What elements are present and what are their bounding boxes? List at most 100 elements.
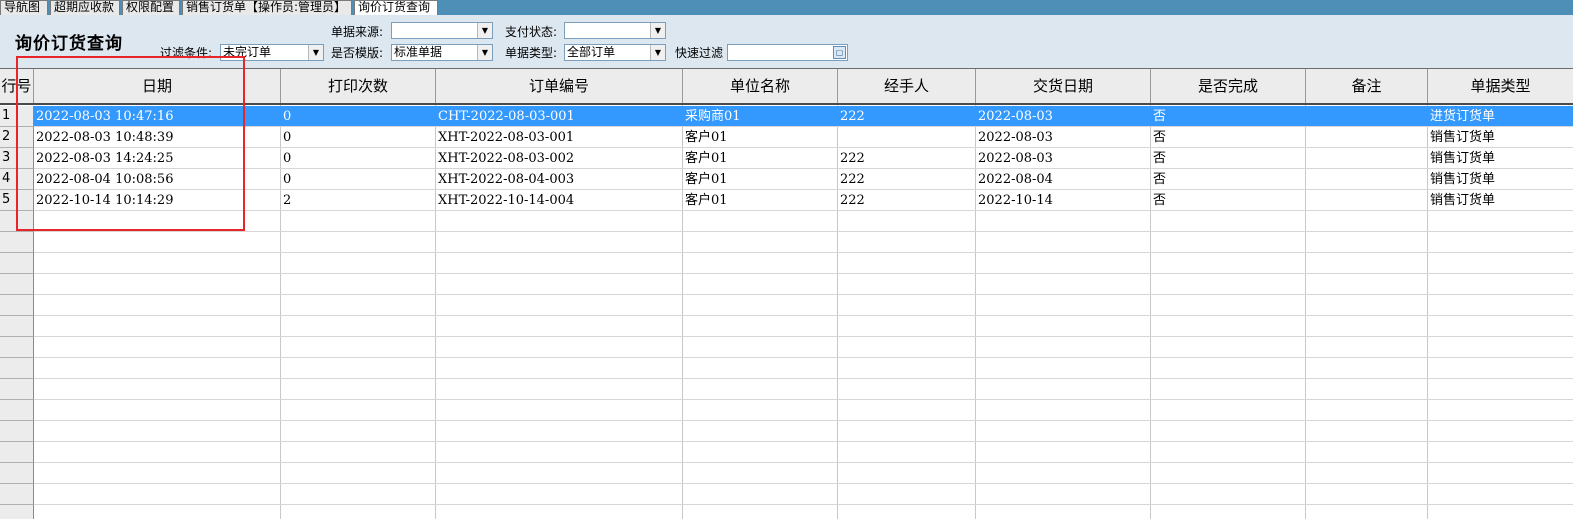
cell-handler[interactable]: 222	[838, 106, 975, 126]
cell-date[interactable]: 2022-08-03 10:47:16	[34, 106, 280, 126]
cell-delivery-date[interactable]: 2022-10-14	[976, 190, 1150, 210]
cell-order-number[interactable]: XHT-2022-08-03-001	[436, 127, 682, 147]
col-row-number[interactable]: 行号	[0, 69, 34, 103]
table-row[interactable]	[34, 421, 1573, 442]
cell-completed[interactable]: 否	[1151, 169, 1305, 189]
cell-delivery-date[interactable]: 2022-08-03	[976, 106, 1150, 126]
cell-doc-type[interactable]: 销售订货单	[1428, 148, 1573, 168]
row-header[interactable]: 5	[0, 190, 34, 211]
table-row[interactable]	[34, 211, 1573, 232]
col-delivery-date[interactable]: 交货日期	[976, 69, 1151, 103]
cell-order-number[interactable]: CHT-2022-08-03-001	[436, 106, 682, 126]
cell-order-number[interactable]: XHT-2022-08-04-003	[436, 169, 682, 189]
cell-completed[interactable]: 否	[1151, 190, 1305, 210]
chevron-down-icon[interactable]: ▼	[308, 45, 323, 60]
row-header[interactable]	[0, 400, 34, 421]
cell-print-count[interactable]: 0	[281, 106, 435, 126]
cell-delivery-date[interactable]: 2022-08-03	[976, 148, 1150, 168]
cell-note[interactable]	[1306, 148, 1427, 168]
col-date[interactable]: 日期	[34, 69, 281, 103]
cell-handler[interactable]: 222	[838, 190, 975, 210]
chevron-down-icon[interactable]: ▼	[477, 45, 492, 60]
row-header[interactable]: 4	[0, 169, 34, 190]
cell-doc-type[interactable]: 进货订货单	[1428, 106, 1573, 126]
cell-date[interactable]: 2022-08-03 10:48:39	[34, 127, 280, 147]
table-row[interactable]	[34, 379, 1573, 400]
cell-completed[interactable]: 否	[1151, 148, 1305, 168]
cell-delivery-date[interactable]: 2022-08-03	[976, 127, 1150, 147]
row-header[interactable]	[0, 211, 34, 232]
cell-unit-name[interactable]: 客户01	[683, 169, 837, 189]
table-row[interactable]	[34, 295, 1573, 316]
row-header[interactable]	[0, 421, 34, 442]
table-row[interactable]	[34, 316, 1573, 337]
cell-doc-type[interactable]: 销售订货单	[1428, 190, 1573, 210]
row-header[interactable]	[0, 358, 34, 379]
col-print-count[interactable]: 打印次数	[281, 69, 436, 103]
cell-print-count[interactable]: 0	[281, 148, 435, 168]
cell-date[interactable]: 2022-10-14 10:14:29	[34, 190, 280, 210]
chevron-down-icon[interactable]: ▼	[650, 45, 665, 60]
tab-navigation-map[interactable]: 导航图	[0, 0, 48, 15]
col-handler[interactable]: 经手人	[838, 69, 976, 103]
cell-handler[interactable]: 222	[838, 148, 975, 168]
tab-permission-config[interactable]: 权限配置	[122, 0, 180, 15]
table-row[interactable]: 2022-08-03 10:48:39 0 XHT-2022-08-03-001 客户…	[34, 127, 1573, 148]
table-row[interactable]: 2022-08-03 10:47:16 0 CHT-2022-08-03-001 采购…	[34, 106, 1573, 127]
cell-print-count[interactable]: 0	[281, 127, 435, 147]
cell-note[interactable]	[1306, 169, 1427, 189]
table-row[interactable]: 2022-10-14 10:14:29 2 XHT-2022-10-14-004 客户…	[34, 190, 1573, 211]
table-row[interactable]	[34, 400, 1573, 421]
cell-completed[interactable]: 否	[1151, 106, 1305, 126]
cell-handler[interactable]: 222	[838, 169, 975, 189]
source-select[interactable]: ▼	[391, 22, 493, 39]
cell-completed[interactable]: 否	[1151, 127, 1305, 147]
chevron-down-icon[interactable]: ▼	[477, 23, 492, 38]
cell-delivery-date[interactable]: 2022-08-04	[976, 169, 1150, 189]
table-row[interactable]: 2022-08-03 14:24:25 0 XHT-2022-08-03-002 客户…	[34, 148, 1573, 169]
cell-doc-type[interactable]: 销售订货单	[1428, 127, 1573, 147]
row-header[interactable]	[0, 379, 34, 400]
quick-filter-input[interactable]: ▢	[727, 44, 848, 61]
table-row[interactable]	[34, 232, 1573, 253]
cell-print-count[interactable]: 0	[281, 169, 435, 189]
cell-note[interactable]	[1306, 106, 1427, 126]
template-select[interactable]: 标准单据 ▼	[391, 44, 493, 61]
cell-order-number[interactable]: XHT-2022-08-03-002	[436, 148, 682, 168]
cell-unit-name[interactable]: 客户01	[683, 190, 837, 210]
row-header[interactable]	[0, 295, 34, 316]
row-header[interactable]	[0, 337, 34, 358]
row-header[interactable]	[0, 505, 34, 519]
col-completed[interactable]: 是否完成	[1151, 69, 1306, 103]
tab-overdue-receivables[interactable]: 超期应收款	[50, 0, 120, 15]
cell-note[interactable]	[1306, 190, 1427, 210]
row-header[interactable]	[0, 463, 34, 484]
table-row[interactable]	[34, 463, 1573, 484]
col-note[interactable]: 备注	[1306, 69, 1428, 103]
col-unit-name[interactable]: 单位名称	[683, 69, 838, 103]
row-header[interactable]	[0, 442, 34, 463]
cell-unit-name[interactable]: 客户01	[683, 148, 837, 168]
row-header[interactable]	[0, 253, 34, 274]
row-header[interactable]	[0, 316, 34, 337]
cell-date[interactable]: 2022-08-04 10:08:56	[34, 169, 280, 189]
chevron-down-icon[interactable]: ▼	[650, 23, 665, 38]
row-header[interactable]: 3	[0, 148, 34, 169]
cell-order-number[interactable]: XHT-2022-10-14-004	[436, 190, 682, 210]
table-row[interactable]	[34, 358, 1573, 379]
col-order-number[interactable]: 订单编号	[436, 69, 683, 103]
table-row[interactable]	[34, 253, 1573, 274]
table-row[interactable]	[34, 274, 1573, 295]
cell-unit-name[interactable]: 客户01	[683, 127, 837, 147]
condition-select[interactable]: 未完订单 ▼	[220, 44, 324, 61]
row-header[interactable]	[0, 274, 34, 295]
table-row[interactable]	[34, 505, 1573, 519]
cell-print-count[interactable]: 2	[281, 190, 435, 210]
doc-type-select[interactable]: 全部订单 ▼	[564, 44, 666, 61]
cell-date[interactable]: 2022-08-03 14:24:25	[34, 148, 280, 168]
tab-inquiry-order-query[interactable]: 询价订货查询	[354, 0, 438, 16]
table-row[interactable]: 2022-08-04 10:08:56 0 XHT-2022-08-04-003 客户…	[34, 169, 1573, 190]
table-row[interactable]	[34, 442, 1573, 463]
col-doc-type[interactable]: 单据类型	[1428, 69, 1573, 103]
table-row[interactable]	[34, 337, 1573, 358]
